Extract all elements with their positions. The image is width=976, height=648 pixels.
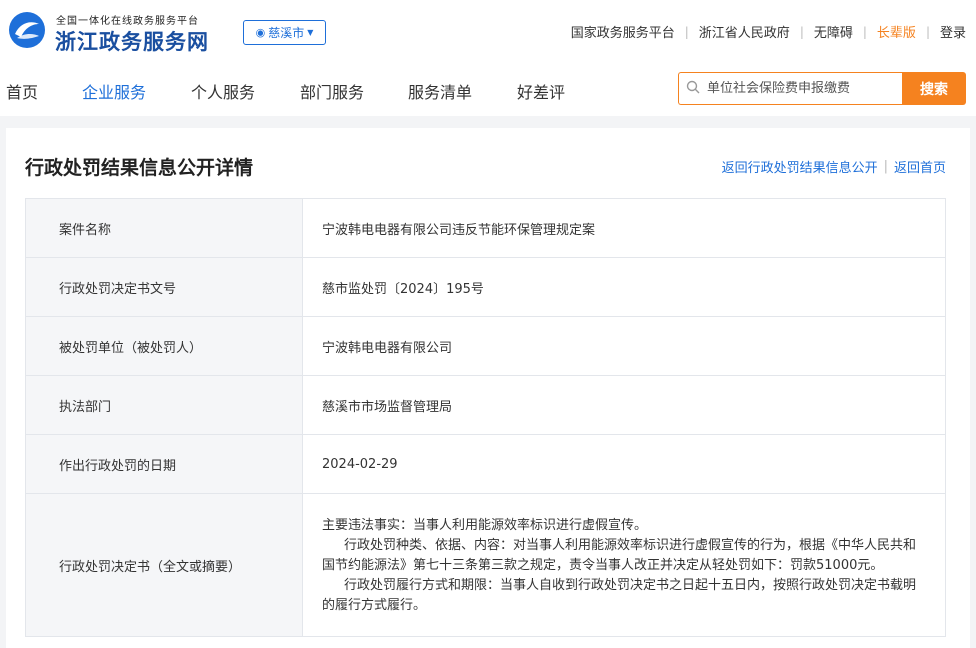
caret-down-icon: ▼ xyxy=(307,28,314,37)
row-value-document-number: 慈市监处罚〔2024〕195号 xyxy=(302,257,946,317)
divider: | xyxy=(883,159,888,174)
row-value-penalty-date: 2024-02-29 xyxy=(302,434,946,494)
search-input[interactable] xyxy=(707,81,897,96)
link-elder-mode[interactable]: 长辈版 xyxy=(877,22,916,41)
table-row: 作出行政处罚的日期 2024-02-29 xyxy=(25,434,946,494)
back-to-home-link[interactable]: 返回首页 xyxy=(894,157,946,176)
row-label-case-name: 案件名称 xyxy=(25,198,303,258)
row-label-penalty-date: 作出行政处罚的日期 xyxy=(25,434,303,494)
table-row: 行政处罚决定书（全文或摘要） 主要违法事实：当事人利用能源效率标识进行虚假宣传。… xyxy=(25,493,946,637)
row-value-penalized-party: 宁波韩电电器有限公司 xyxy=(302,316,946,376)
search-button[interactable]: 搜索 xyxy=(902,72,966,105)
divider: | xyxy=(925,24,930,39)
card-links: 返回行政处罚结果信息公开 | 返回首页 xyxy=(722,157,946,176)
city-label: 慈溪市 xyxy=(268,26,305,40)
site-title[interactable]: 浙江政务服务网 xyxy=(55,26,209,56)
table-row: 执法部门 慈溪市市场监督管理局 xyxy=(25,375,946,435)
link-provincial-government[interactable]: 浙江省人民政府 xyxy=(699,22,790,41)
link-national-platform[interactable]: 国家政务服务平台 xyxy=(571,22,675,41)
divider: | xyxy=(684,24,689,39)
row-value-decision-text: 主要违法事实：当事人利用能源效率标识进行虚假宣传。 行政处罚种类、依据、内容：对… xyxy=(302,493,946,637)
detail-card: 行政处罚结果信息公开详情 返回行政处罚结果信息公开 | 返回首页 案件名称 宁波… xyxy=(6,128,970,648)
link-login[interactable]: 登录 xyxy=(940,22,966,41)
divider: | xyxy=(862,24,867,39)
main-nav: 首页 企业服务 个人服务 部门服务 服务清单 好差评 搜索 xyxy=(0,64,976,116)
divider: | xyxy=(799,24,804,39)
page-title: 行政处罚结果信息公开详情 xyxy=(25,157,254,179)
city-selector[interactable]: ◉ 慈溪市 ▼ xyxy=(243,20,326,45)
decision-paragraph-basis: 行政处罚种类、依据、内容：对当事人利用能源效率标识进行虚假宣传的行为，根据《中华… xyxy=(322,538,917,573)
row-label-enforcement-department: 执法部门 xyxy=(25,375,303,435)
nav-personal-services[interactable]: 个人服务 xyxy=(191,79,255,103)
search-icon xyxy=(679,80,707,98)
search-box xyxy=(678,72,902,105)
penalty-info-table: 案件名称 宁波韩电电器有限公司违反节能环保管理规定案 行政处罚决定书文号 慈市监… xyxy=(25,198,946,637)
nav-evaluation[interactable]: 好差评 xyxy=(517,79,565,103)
nav-home[interactable]: 首页 xyxy=(6,79,38,103)
nav-department-services[interactable]: 部门服务 xyxy=(300,79,364,103)
row-label-penalized-party: 被处罚单位（被处罚人） xyxy=(25,316,303,376)
table-row: 行政处罚决定书文号 慈市监处罚〔2024〕195号 xyxy=(25,257,946,317)
nav-service-list[interactable]: 服务清单 xyxy=(408,79,472,103)
back-to-list-link[interactable]: 返回行政处罚结果信息公开 xyxy=(722,157,878,176)
location-pin-icon: ◉ xyxy=(255,26,266,39)
row-value-case-name: 宁波韩电电器有限公司违反节能环保管理规定案 xyxy=(302,198,946,258)
zhejiang-logo-icon[interactable] xyxy=(8,11,46,49)
decision-paragraph-fulfillment: 行政处罚履行方式和期限：当事人自收到行政处罚决定书之日起十五日内，按照行政处罚决… xyxy=(322,578,917,613)
top-links: 国家政务服务平台 | 浙江省人民政府 | 无障碍 | 长辈版 | 登录 xyxy=(571,22,966,42)
link-accessibility[interactable]: 无障碍 xyxy=(814,22,853,41)
row-value-enforcement-department: 慈溪市市场监督管理局 xyxy=(302,375,946,435)
table-row: 被处罚单位（被处罚人） 宁波韩电电器有限公司 xyxy=(25,316,946,376)
row-label-decision-text: 行政处罚决定书（全文或摘要） xyxy=(25,493,303,637)
top-header: 全国一体化在线政务服务平台 浙江政务服务网 ◉ 慈溪市 ▼ 国家政务服务平台 |… xyxy=(0,0,976,64)
row-label-document-number: 行政处罚决定书文号 xyxy=(25,257,303,317)
platform-subtitle: 全国一体化在线政务服务平台 xyxy=(56,16,199,27)
table-row: 案件名称 宁波韩电电器有限公司违反节能环保管理规定案 xyxy=(25,198,946,258)
nav-enterprise-services[interactable]: 企业服务 xyxy=(82,79,146,103)
decision-paragraph-facts: 主要违法事实：当事人利用能源效率标识进行虚假宣传。 xyxy=(322,518,648,533)
